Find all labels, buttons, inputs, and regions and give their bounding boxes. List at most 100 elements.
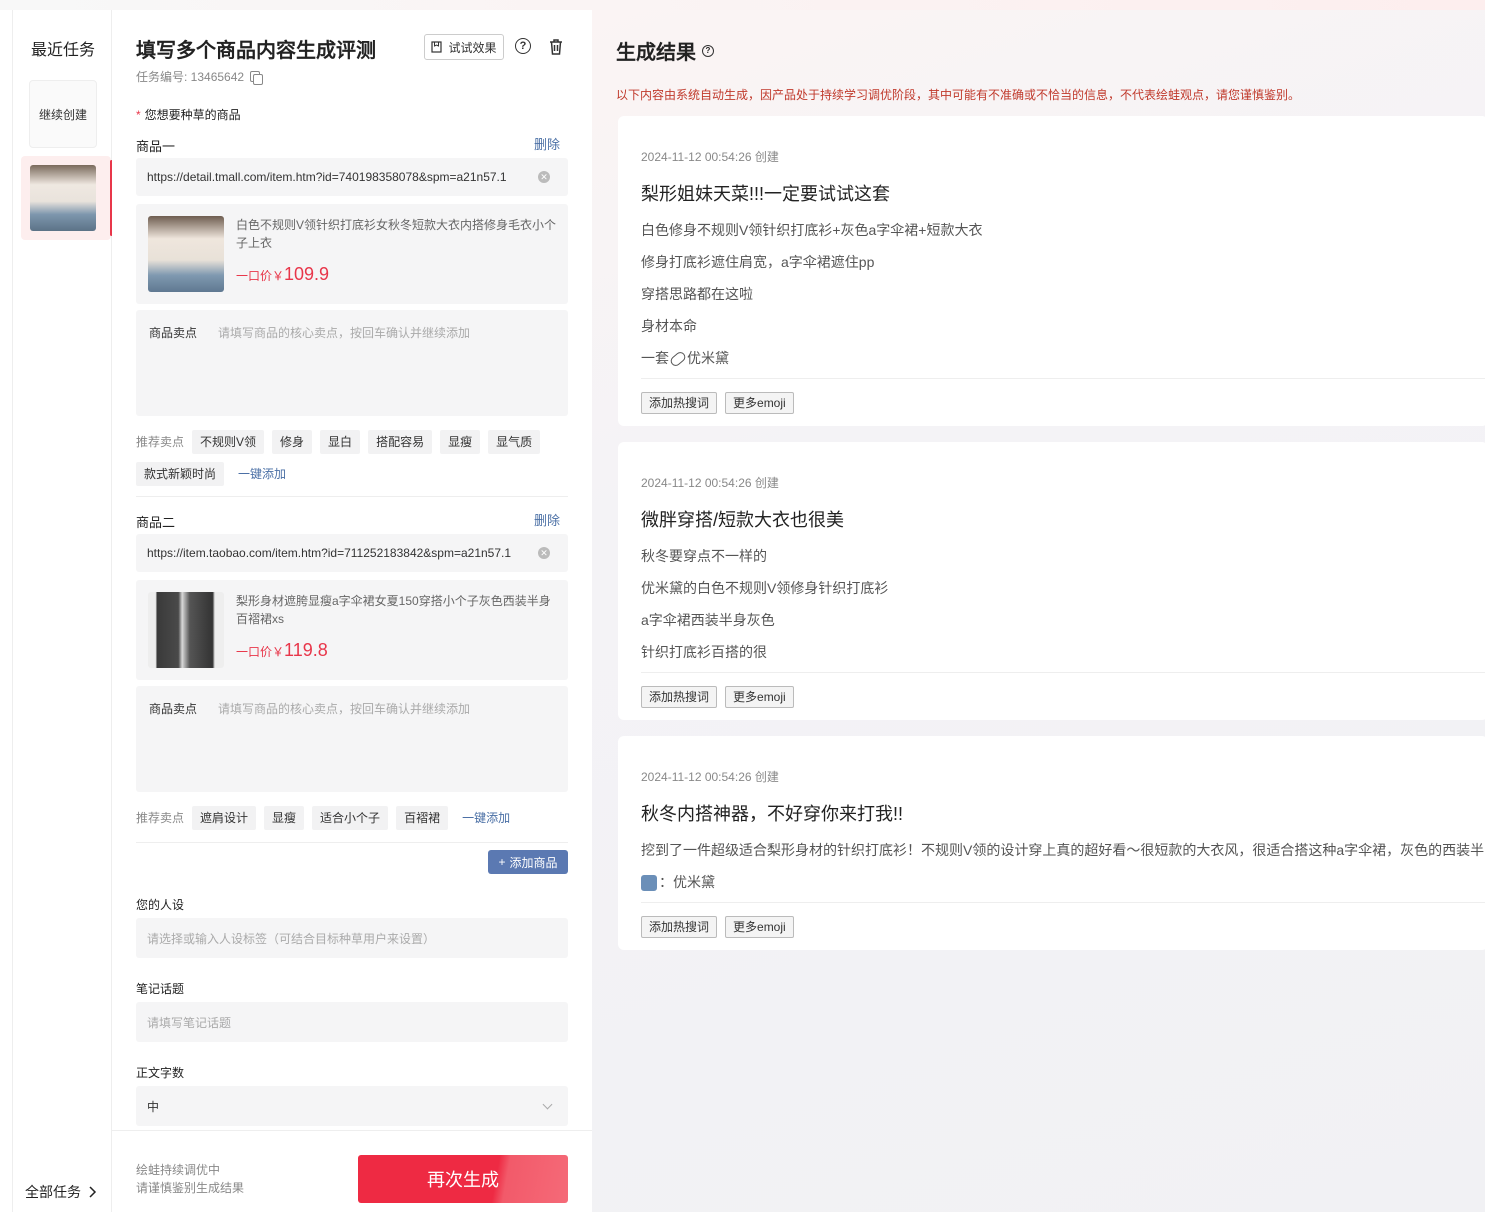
result-line: 穿搭思路都在这啦 [641,286,753,302]
product-2-price: 一口价￥ 119.8 [236,640,328,661]
wordcount-select[interactable]: 中 [136,1086,568,1126]
divider [641,672,1485,673]
wordcount-value: 中 [147,1099,160,1114]
product-1-delete-link[interactable]: 删除 [534,134,560,153]
product-1-url-input[interactable]: https://detail.tmall.com/item.htm?id=740… [136,158,568,196]
recommend-tag[interactable]: 百褶裙 [396,806,449,830]
product-1-name: 白色不规则V领针织打底衫女秋冬短款大衣内搭修身毛衣小个子上衣 [236,218,557,250]
result-line: 针织打底衫百搭的很 [641,644,767,660]
result-card: 2024-11-12 00:54:26 创建 微胖穿搭/短款大衣也很美 秋冬要穿… [618,442,1485,720]
clear-icon[interactable]: ✕ [538,171,550,183]
divider [641,902,1485,903]
clear-icon[interactable]: ✕ [538,547,550,559]
result-line: 优米黛的白色不规则V领修身针织打底衫 [641,580,889,596]
footer-note-line-2: 请谨慎鉴别生成结果 [136,1181,245,1195]
result-line: 身材本命 [641,318,697,334]
task-number: 任务编号: 13465642 [136,68,264,85]
selling-label: 商品卖点 [149,702,198,716]
divider [136,496,568,497]
product-2-url-input[interactable]: https://item.taobao.com/item.htm?id=7112… [136,534,568,572]
help-icon[interactable]: ? [702,44,714,57]
result-time: 2024-11-12 00:54:26 创建 [641,150,779,164]
trash-icon[interactable] [548,38,564,56]
result-line: 一套 优米黛 [641,348,729,369]
recommend-tag[interactable]: 款式新颖时尚 [136,462,225,486]
recommend-tag[interactable]: 适合小个子 [312,806,389,830]
recent-task-thumbnail [30,165,96,231]
result-line: 挖到了一件超级适合梨形身材的针织打底衫！不规则V领的设计穿上真的超好看～很短款的… [641,842,1485,858]
add-hot-words-button[interactable]: 添加热搜词 [641,686,718,708]
more-emoji-button[interactable]: 更多emoji [725,916,794,938]
top-strip [0,0,1485,10]
product-2-card: 梨形身材遮胯显瘦a字伞裙女夏150穿搭小个子灰色西装半身百褶裙xs 一口价￥ 1… [136,580,568,680]
result-line: ：优米黛 [641,872,715,892]
app-root: 最近任务 继续创建 全部任务 填写多个商品内容生成评测 试试效果 ? 任务编号:… [0,0,1485,1212]
result-actions: 添加热搜词 更多emoji [641,686,794,708]
product-1-image [148,216,224,292]
topic-label: 笔记话题 [136,982,185,996]
recommend-tag[interactable]: 不规则V领 [192,430,265,454]
recommend-tag[interactable]: 显瘦 [440,430,481,454]
person-icon [641,875,657,892]
sidebar: 最近任务 继续创建 全部任务 [12,10,113,1212]
result-actions: 添加热搜词 更多emoji [641,916,794,938]
one-click-add-link[interactable]: 一键添加 [462,806,510,830]
bookmark-icon [431,41,443,53]
price-label: 一口价￥ [236,645,285,659]
add-hot-words-button[interactable]: 添加热搜词 [641,916,718,938]
chevron-right-icon [89,1186,97,1198]
price-label: 一口价￥ [236,269,285,283]
regenerate-button[interactable]: 再次生成 [358,1155,568,1203]
product-1-url: https://detail.tmall.com/item.htm?id=740… [147,170,507,184]
product-2-selling-input[interactable]: 商品卖点 请填写商品的核心卖点，按回车确认并继续添加 [136,686,568,792]
add-product-label: 添加商品 [509,855,558,870]
results-title: 生成结果 ? [616,36,714,65]
recommend-label: 推荐卖点 [136,811,185,825]
product-2-delete-link[interactable]: 删除 [534,510,560,529]
recommend-tag[interactable]: 搭配容易 [368,430,433,454]
topic-input[interactable]: 请填写笔记话题 [136,1002,568,1042]
selling-label: 商品卖点 [149,326,198,340]
continue-create-button[interactable]: 继续创建 [29,80,97,148]
result-title: 梨形姐妹天菜!!!一定要试试这套 [641,184,891,204]
help-icon[interactable]: ? [515,38,531,54]
divider [136,842,568,843]
result-line: 秋冬要穿点不一样的 [641,548,767,564]
result-title: 秋冬内搭神器，不好穿你来打我!! [641,804,904,824]
wordcount-label: 正文字数 [136,1066,185,1080]
recent-task-item[interactable] [21,156,113,240]
sidebar-title: 最近任务 [31,42,96,59]
disclaimer: 以下内容由系统自动生成，因产品处于持续学习调优阶段，其中可能有不准确或不恰当的信… [616,88,1301,102]
try-effect-label: 试试效果 [448,40,497,55]
recommend-tag[interactable]: 修身 [272,430,313,454]
product-1-price: 一口价￥ 109.9 [236,264,329,285]
recommend-tag[interactable]: 显白 [320,430,361,454]
result-card: 2024-11-12 00:54:26 创建 秋冬内搭神器，不好穿你来打我!! … [618,736,1485,950]
add-product-button[interactable]: + 添加商品 [488,850,568,874]
copy-icon[interactable] [250,71,264,85]
more-emoji-button[interactable]: 更多emoji [725,392,794,414]
one-click-add-link[interactable]: 一键添加 [238,462,286,486]
selling-placeholder: 请填写商品的核心卖点，按回车确认并继续添加 [218,702,471,716]
persona-placeholder: 请选择或输入人设标签（可结合目标种草用户来设置） [147,931,436,946]
topic-placeholder: 请填写笔记话题 [147,1015,232,1030]
product-1-label: 商品一 [136,139,176,154]
result-card: 2024-11-12 00:54:26 创建 梨形姐妹天菜!!!一定要试试这套 … [618,116,1485,426]
product-1-selling-input[interactable]: 商品卖点 请填写商品的核心卖点，按回车确认并继续添加 [136,310,568,416]
persona-input[interactable]: 请选择或输入人设标签（可结合目标种草用户来设置） [136,918,568,958]
product-2-image [148,592,224,668]
try-effect-button[interactable]: 试试效果 [424,34,504,60]
add-hot-words-button[interactable]: 添加热搜词 [641,392,718,414]
more-emoji-button[interactable]: 更多emoji [725,686,794,708]
task-number-text: 任务编号: 13465642 [136,70,245,84]
results-panel: 生成结果 ? 以下内容由系统自动生成，因产品处于持续学习调优阶段，其中可能有不准… [592,10,1485,1212]
product-2-recommend-row: 推荐卖点 遮肩设计 显瘦 适合小个子 百褶裙 一键添加 [136,806,576,830]
recommend-tag[interactable]: 遮肩设计 [192,806,257,830]
products-label-text: 您想要种草的商品 [144,108,241,122]
product-2-name: 梨形身材遮胯显瘦a字伞裙女夏150穿搭小个子灰色西装半身百褶裙xs [236,594,551,626]
recommend-tag[interactable]: 显气质 [488,430,541,454]
all-tasks-link[interactable]: 全部任务 [25,1182,97,1202]
product-1-card: 白色不规则V领针织打底衫女秋冬短款大衣内搭修身毛衣小个子上衣 一口价￥ 109.… [136,204,568,304]
page-title: 填写多个商品内容生成评测 [136,40,376,62]
recommend-tag[interactable]: 显瘦 [264,806,305,830]
